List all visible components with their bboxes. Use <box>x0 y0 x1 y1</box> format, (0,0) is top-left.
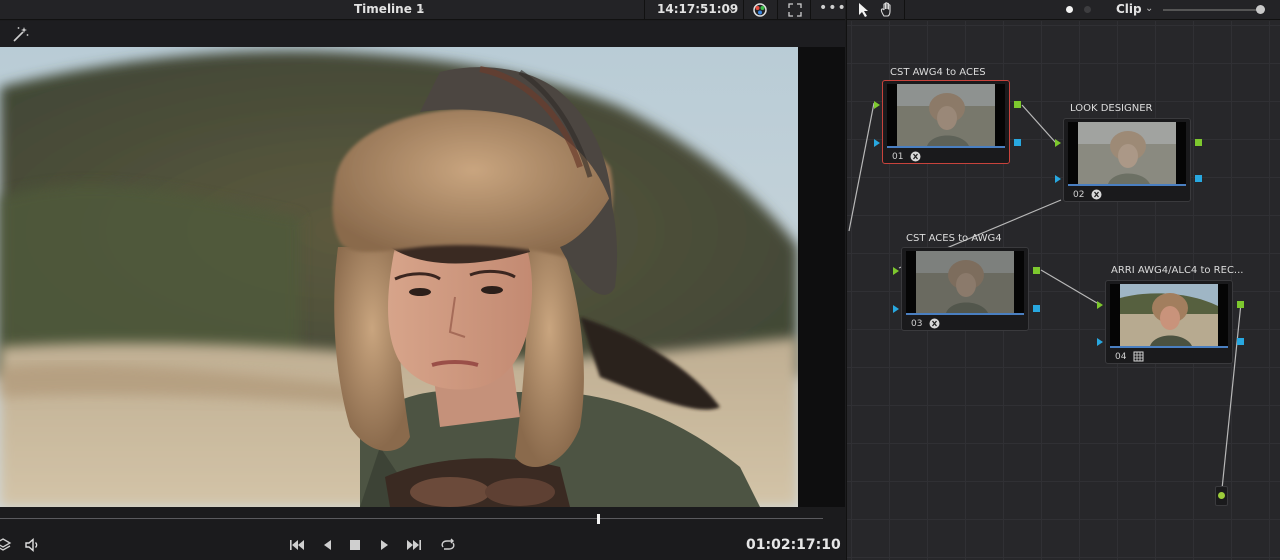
node-04-alpha-output[interactable] <box>1237 338 1244 345</box>
skip-to-start-icon[interactable] <box>288 536 306 554</box>
viewer-panel: Timeline 1 ⌄ 14:17:51:09 ⌄ ••• 01:02:17:… <box>0 0 847 560</box>
node-04-bar <box>1110 346 1228 348</box>
node-mode-select[interactable]: Clip <box>1116 2 1142 16</box>
node-01-thumbnail <box>887 84 1005 146</box>
stop-icon[interactable] <box>346 536 364 554</box>
node-01-clip-icon <box>910 151 921 162</box>
play-reverse-icon[interactable] <box>319 536 337 554</box>
node-01-alpha-input[interactable] <box>874 139 880 147</box>
output-port[interactable] <box>1218 492 1225 499</box>
zoom-slider-handle[interactable] <box>1256 5 1265 14</box>
timeline-title[interactable]: Timeline 1 <box>354 2 424 16</box>
video-frame[interactable] <box>0 47 798 507</box>
viewer-toolbar <box>0 21 845 47</box>
node-01-rgb-input[interactable] <box>874 101 880 109</box>
color-wheel-icon[interactable] <box>752 2 768 18</box>
pointer-tool-icon[interactable] <box>857 2 871 18</box>
scrubber-track[interactable] <box>0 518 823 519</box>
node-01-bar <box>887 146 1005 148</box>
node-editor-panel: Clip ⌄ CST AWG4 to ACES 01 LOOK DESIGNER… <box>846 0 1280 560</box>
play-icon[interactable] <box>375 536 393 554</box>
playhead[interactable] <box>597 514 600 524</box>
divider <box>743 0 744 20</box>
divider <box>777 0 778 20</box>
hand-tool-icon[interactable] <box>879 1 896 18</box>
node-04[interactable]: 04 <box>1097 280 1244 364</box>
zoom-slider-track[interactable] <box>1163 9 1259 11</box>
node-03-rgb-output[interactable] <box>1033 267 1040 274</box>
timeline-scrubber[interactable] <box>0 512 823 526</box>
viewer-header: Timeline 1 ⌄ 14:17:51:09 ⌄ ••• <box>0 0 847 20</box>
viewer-letterbox <box>798 47 845 507</box>
node-03-thumbnail <box>906 251 1024 313</box>
node-02[interactable]: 02 <box>1055 118 1202 202</box>
loop-icon[interactable] <box>439 536 457 554</box>
transport-controls: 01:02:17:10 <box>0 530 845 560</box>
node-02-rgb-input[interactable] <box>1055 139 1061 147</box>
node-01-label: CST AWG4 to ACES <box>890 67 986 78</box>
mode-chevron-down-icon[interactable]: ⌄ <box>1145 3 1153 14</box>
node-graph-page-dot[interactable] <box>1084 6 1091 13</box>
node-02-alpha-output[interactable] <box>1195 175 1202 182</box>
node-03-number: 03 <box>911 319 923 329</box>
volume-icon[interactable] <box>24 536 42 554</box>
node-04-rgb-input[interactable] <box>1097 301 1103 309</box>
magic-wand-icon[interactable] <box>12 25 30 43</box>
node-04-label: ARRI AWG4/ALC4 to REC... <box>1111 265 1244 276</box>
node-03-alpha-input[interactable] <box>893 305 899 313</box>
timecode-chevron-down-icon[interactable]: ⌄ <box>727 3 735 14</box>
node-03[interactable]: 03 <box>893 247 1040 331</box>
timeline-chevron-down-icon[interactable]: ⌄ <box>417 3 425 14</box>
node-02-label: LOOK DESIGNER <box>1070 103 1153 114</box>
node-04-number: 04 <box>1115 352 1127 362</box>
node-03-label: CST ACES to AWG4 <box>906 233 1002 244</box>
record-timecode: 01:02:17:10 <box>746 537 841 553</box>
node-02-alpha-input[interactable] <box>1055 175 1061 183</box>
layers-icon[interactable] <box>0 536 12 554</box>
node-03-bar <box>906 313 1024 315</box>
node-02-thumbnail <box>1068 122 1186 184</box>
node-02-number: 02 <box>1073 190 1085 200</box>
node-04-rgb-output[interactable] <box>1237 301 1244 308</box>
divider <box>810 0 811 20</box>
more-options-icon[interactable]: ••• <box>819 0 847 16</box>
skip-to-end-icon[interactable] <box>405 536 423 554</box>
node-03-rgb-input[interactable] <box>893 267 899 275</box>
node-01-alpha-output[interactable] <box>1014 139 1021 146</box>
divider <box>904 0 905 20</box>
node-02-clip-icon <box>1091 189 1102 200</box>
divider <box>644 0 645 20</box>
node-04-alpha-input[interactable] <box>1097 338 1103 346</box>
node-03-alpha-output[interactable] <box>1033 305 1040 312</box>
node-01[interactable]: 01 <box>874 80 1021 164</box>
node-editor-header: Clip ⌄ <box>847 0 1280 20</box>
node-graph-page-dot-active[interactable] <box>1066 6 1073 13</box>
node-03-clip-icon <box>929 318 940 329</box>
node-02-rgb-output[interactable] <box>1195 139 1202 146</box>
node-02-bar <box>1068 184 1186 186</box>
node-04-grid-icon <box>1133 351 1144 362</box>
node-01-number: 01 <box>892 152 904 162</box>
output-node[interactable] <box>1215 486 1228 506</box>
node-graph-canvas[interactable]: CST AWG4 to ACES 01 LOOK DESIGNER 02 CST… <box>847 21 1280 560</box>
fullscreen-icon[interactable] <box>788 3 802 17</box>
node-01-rgb-output[interactable] <box>1014 101 1021 108</box>
node-04-thumbnail <box>1110 284 1228 346</box>
